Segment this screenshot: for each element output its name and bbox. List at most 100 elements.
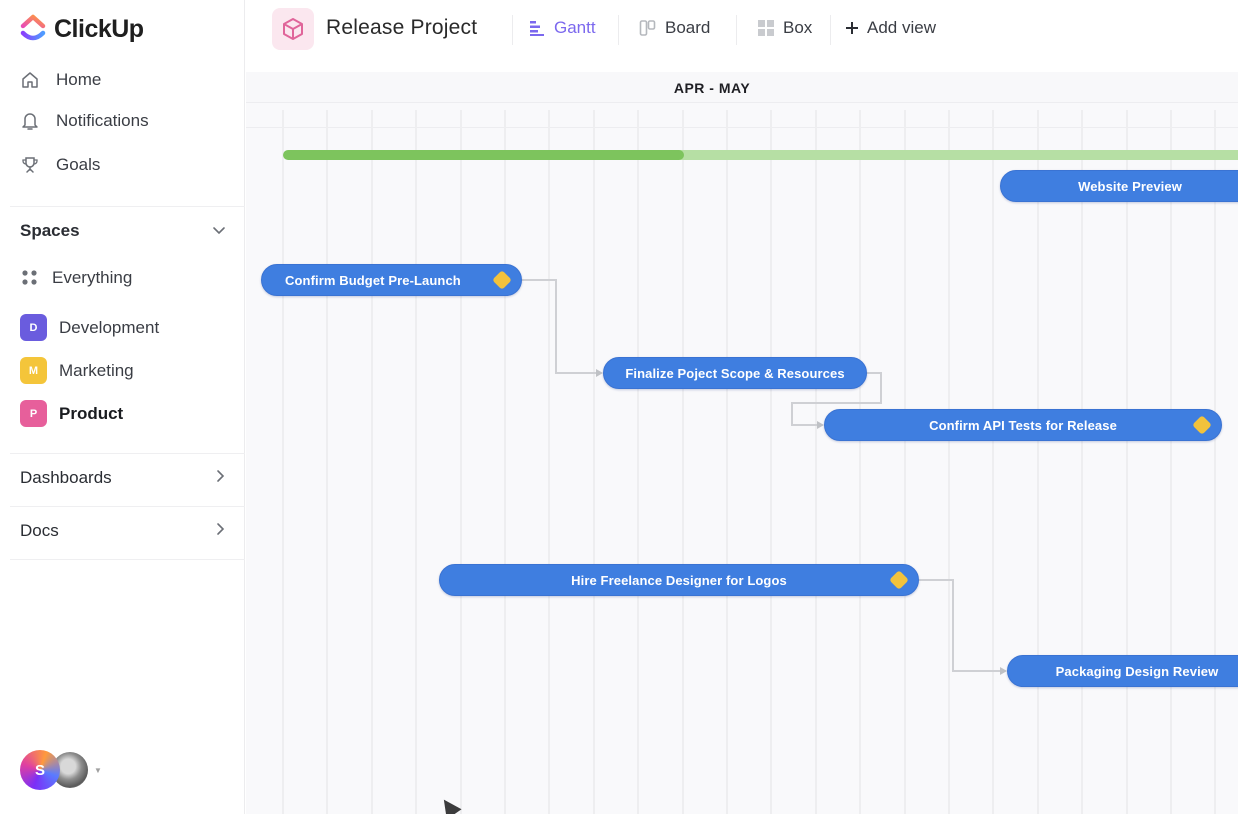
tab-gantt-label: Gantt [554,18,596,37]
task-label: Packaging Design Review [1055,663,1219,679]
dependency-line[interactable] [919,579,1001,672]
task-label: Confirm API Tests for Release [929,417,1117,433]
view-header: Release Project Gantt Board Box Add view [246,0,1238,72]
gantt-gridline [1170,110,1172,814]
space-marketing[interactable]: M Marketing [20,357,134,384]
space-development-label: Development [59,317,160,337]
header-separator [736,15,737,45]
gantt-chart: APR - MAY Website Preview Confirm Budget… [246,72,1238,814]
dashboards-header[interactable]: Dashboards [20,468,226,488]
docs-header[interactable]: Docs [20,521,226,541]
gantt-gridline [1037,110,1039,814]
add-view-label: Add view [867,18,936,37]
sidebar: ClickUp Home Notifications Goals Spaces … [0,0,245,814]
gantt-gridline [1126,110,1128,814]
dependency-arrow-icon [1000,667,1007,675]
task-label: Finalize Poject Scope & Resources [625,365,845,381]
task-bar[interactable]: Website Preview [1000,170,1238,202]
task-bar[interactable]: Confirm Budget Pre-Launch [261,264,522,296]
task-bar[interactable]: Confirm API Tests for Release [824,409,1222,441]
spaces-title: Spaces [20,221,80,240]
nav-notifications[interactable]: Notifications [20,111,149,131]
board-icon [639,20,656,36]
gantt-icon [530,21,544,36]
header-separator [512,15,513,45]
chevron-right-icon[interactable] [216,521,226,541]
header-separator [830,15,831,45]
home-icon [20,70,40,90]
sidebar-divider [10,453,245,454]
nav-goals[interactable]: Goals [20,155,100,175]
project-icon[interactable] [272,8,314,50]
sidebar-divider [10,559,245,560]
nav-home[interactable]: Home [20,70,101,90]
project-title: Release Project [326,16,478,39]
task-label: Confirm Budget Pre-Launch [285,272,461,288]
app-name: ClickUp [54,14,144,43]
gantt-gridline [504,110,506,814]
space-badge-development: D [20,314,47,341]
gantt-gridline [726,110,728,814]
plus-icon [846,22,858,34]
task-bar[interactable]: Packaging Design Review [1007,655,1238,687]
gantt-gridline [415,110,417,814]
space-product-label: Product [59,403,124,423]
gantt-timeline-header: APR - MAY [246,72,1238,103]
space-everything-label: Everything [52,268,133,287]
tab-box[interactable]: Box [757,18,812,38]
chevron-right-icon[interactable] [216,468,226,488]
task-bar[interactable]: Hire Freelance Designer for Logos [439,564,919,596]
gantt-gridline [815,110,817,814]
box-icon [758,20,774,36]
task-bar[interactable]: Finalize Poject Scope & Resources [603,357,867,389]
space-everything[interactable]: Everything [20,268,132,288]
gantt-gridline [992,110,994,814]
nav-notifications-label: Notifications [56,111,149,130]
gantt-gridline [460,110,462,814]
gantt-gridline [1081,110,1083,814]
gantt-gridline [904,110,906,814]
trophy-icon [20,155,40,175]
tab-board[interactable]: Board [639,18,710,38]
space-development[interactable]: D Development [20,314,159,341]
gantt-range-label: APR - MAY [673,80,751,96]
chevron-down-icon[interactable] [212,221,226,241]
gantt-gridline [682,110,684,814]
tab-box-label: Box [783,18,813,37]
tab-board-label: Board [665,18,711,37]
bell-icon [20,111,40,131]
overall-progress-fill [283,150,685,160]
user-avatar[interactable]: S [20,750,60,790]
sidebar-divider [10,206,245,207]
gantt-gridline [859,110,861,814]
nav-home-label: Home [56,70,102,89]
gantt-gridline [371,110,373,814]
overall-progress-bar[interactable] [283,150,1238,160]
dependency-arrow-icon [817,421,824,429]
space-product[interactable]: P Product [20,400,123,427]
space-marketing-label: Marketing [59,360,134,380]
nav-goals-label: Goals [56,155,101,174]
cube-icon [283,18,303,40]
task-label: Hire Freelance Designer for Logos [571,572,787,588]
gantt-gridline [593,110,595,814]
space-badge-product: P [20,400,47,427]
docs-label: Docs [20,521,59,540]
space-badge-marketing: M [20,357,47,384]
gantt-gridline [637,110,639,814]
task-label: Website Preview [1078,178,1182,194]
everything-icon [20,268,40,288]
clickup-logo[interactable]: ClickUp [20,14,144,44]
spaces-header[interactable]: Spaces [20,221,226,241]
caret-down-icon[interactable]: ▼ [94,766,102,775]
add-view-button[interactable]: Add view [845,18,936,38]
dependency-line[interactable] [522,279,597,374]
clickup-logo-icon [20,14,46,41]
gantt-gridline [770,110,772,814]
gantt-day-row [246,103,1238,128]
gantt-gridline [282,110,284,814]
user-menu[interactable]: S ▼ [20,750,102,790]
dependency-arrow-icon [596,369,603,377]
tab-gantt[interactable]: Gantt [528,18,596,38]
gantt-gridline [326,110,328,814]
